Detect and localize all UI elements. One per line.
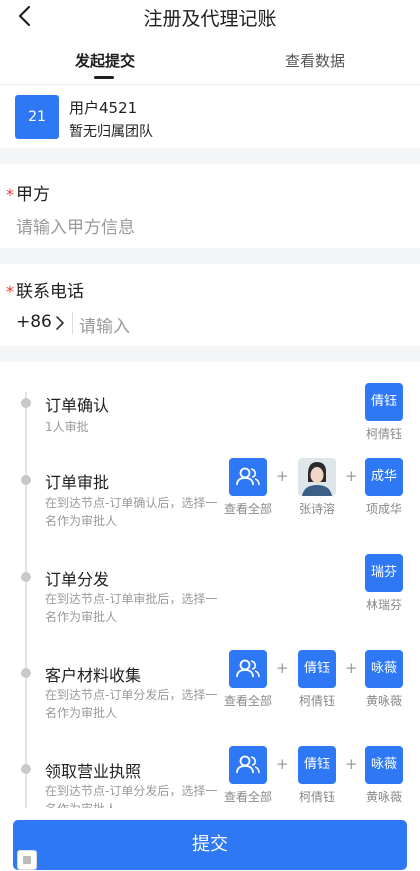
step-desc: 在到达节点-订单确认后，选择一名作为审批人	[45, 496, 218, 528]
user-team: 暂无归属团队	[69, 124, 153, 140]
approver-avatar: 倩钰	[298, 746, 336, 784]
drag-handle-icon[interactable]	[17, 850, 37, 870]
phone-input[interactable]: 请输入	[79, 312, 130, 337]
plus-separator: +	[276, 659, 289, 677]
party-a-input[interactable]: 请输入甲方信息	[16, 213, 135, 238]
party-a-label-text: 甲方	[16, 185, 50, 205]
tab-submit[interactable]: 发起提交	[75, 50, 135, 71]
avatar: 21	[15, 95, 59, 139]
view-all-approvers[interactable]: 查看全部	[222, 746, 274, 805]
approver-name: 查看全部	[223, 694, 272, 708]
step-desc: 1人审批	[45, 420, 89, 434]
plus-separator: +	[276, 755, 289, 773]
step-title: 订单分发	[45, 570, 110, 589]
step-desc: 在到达节点-订单分发后，选择一名作为审批人	[45, 688, 218, 720]
approval-flow: 订单确认 1人审批 倩钰 柯倩钰 订单审批 在到达节点-订单确认后，选择一名作为…	[0, 362, 420, 808]
approver-name: 查看全部	[223, 790, 272, 804]
user-name: 用户4521	[69, 99, 138, 117]
approver[interactable]: 咏薇 黄咏薇	[358, 746, 410, 805]
approver-name: 查看全部	[223, 502, 272, 516]
phone-section: * 联系电话 +86 请输入	[0, 264, 420, 346]
tab-view-data[interactable]: 查看数据	[285, 50, 345, 71]
flow-timeline	[25, 392, 27, 808]
nav-bar: 注册及代理记账	[0, 0, 420, 36]
flow-node-dot	[21, 398, 31, 408]
group-icon	[229, 650, 267, 688]
approver[interactable]: 倩钰 柯倩钰	[291, 746, 343, 805]
group-icon	[229, 458, 267, 496]
step-desc: 在到达节点-订单分发后，选择一名作为审批人	[45, 784, 218, 808]
plus-separator: +	[345, 755, 358, 773]
country-code-select[interactable]: +86	[16, 312, 52, 332]
flow-node-dot	[21, 764, 31, 774]
flow-node-dot	[21, 668, 31, 678]
approver-avatar: 成华	[365, 458, 403, 496]
approver-name: 黄咏薇	[365, 694, 402, 708]
submit-bar: 提交	[0, 808, 420, 871]
approver[interactable]: 倩钰 柯倩钰	[291, 650, 343, 709]
phone-label: * 联系电话	[6, 277, 84, 302]
approver[interactable]: 张诗溶	[291, 458, 343, 517]
approver-name: 项成华	[365, 502, 402, 516]
step-title: 订单审批	[45, 473, 110, 492]
view-all-approvers[interactable]: 查看全部	[222, 458, 274, 517]
party-a-label: * 甲方	[6, 180, 50, 205]
submit-button[interactable]: 提交	[13, 820, 407, 870]
step-title: 客户材料收集	[45, 666, 142, 685]
view-all-approvers[interactable]: 查看全部	[222, 650, 274, 709]
party-a-section: * 甲方 请输入甲方信息	[0, 164, 420, 248]
group-icon	[229, 746, 267, 784]
approver-avatar: 倩钰	[298, 650, 336, 688]
user-card: 21 用户4521 暂无归属团队	[0, 84, 420, 148]
required-mark: *	[6, 185, 14, 204]
approver[interactable]: 成华 项成华	[358, 458, 410, 517]
required-mark: *	[6, 282, 14, 301]
step-desc: 在到达节点-订单审批后，选择一名作为审批人	[45, 592, 218, 624]
page-title: 注册及代理记账	[143, 8, 277, 30]
user-photo-icon	[298, 458, 336, 496]
approver-avatar: 咏薇	[365, 746, 403, 784]
tab-active-indicator	[94, 76, 114, 79]
tab-bar: 发起提交 查看数据	[0, 36, 420, 84]
plus-separator: +	[345, 659, 358, 677]
plus-separator: +	[276, 467, 289, 485]
approver-name: 柯倩钰	[365, 427, 402, 441]
approver-avatar: 倩钰	[365, 383, 403, 421]
approver[interactable]: 倩钰 柯倩钰	[358, 383, 410, 442]
approver-name: 柯倩钰	[298, 694, 335, 708]
approver-avatar: 咏薇	[365, 650, 403, 688]
approver-name: 黄咏薇	[365, 790, 402, 804]
phone-label-text: 联系电话	[16, 282, 84, 302]
approver[interactable]: 瑞芬 林瑞芬	[358, 554, 410, 613]
approver-name: 张诗溶	[298, 502, 335, 516]
plus-separator: +	[345, 467, 358, 485]
approver-avatar: 瑞芬	[365, 554, 403, 592]
approver-name: 林瑞芬	[365, 598, 402, 612]
approver[interactable]: 咏薇 黄咏薇	[358, 650, 410, 709]
divider	[72, 312, 73, 334]
approver-name: 柯倩钰	[298, 790, 335, 804]
step-title: 领取营业执照	[45, 762, 142, 781]
flow-node-dot	[21, 475, 31, 485]
flow-node-dot	[21, 572, 31, 582]
step-title: 订单确认	[45, 396, 110, 415]
chevron-right-icon[interactable]	[54, 314, 66, 332]
